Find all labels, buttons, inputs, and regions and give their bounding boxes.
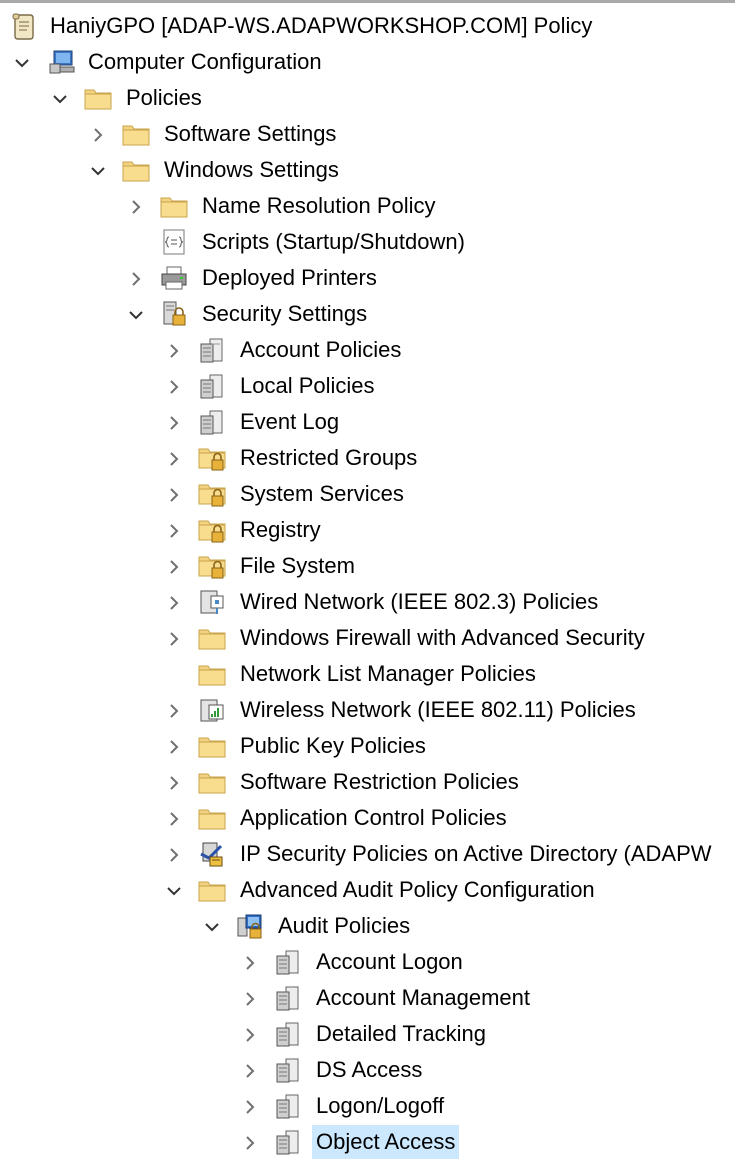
window-top-border (0, 0, 735, 3)
wireless-network-icon (198, 696, 226, 724)
tree-item-computer-configuration[interactable]: Computer Configuration (84, 45, 326, 79)
folder-icon (122, 120, 150, 148)
tree-item-application-control-policies[interactable]: Application Control Policies (236, 801, 511, 835)
tree-item-name-resolution-policy[interactable]: Name Resolution Policy (198, 189, 440, 223)
locked-folder-icon (198, 480, 226, 508)
tree-item-windows-settings[interactable]: Windows Settings (160, 153, 343, 187)
tree-item-security-settings[interactable]: Security Settings (198, 297, 371, 331)
tree-item-system-services[interactable]: System Services (236, 477, 408, 511)
folder-icon (198, 804, 226, 832)
tree-item-windows-firewall[interactable]: Windows Firewall with Advanced Security (236, 621, 649, 655)
policy-server-icon (274, 984, 302, 1012)
security-settings-icon (160, 300, 188, 328)
chevron-down-icon[interactable] (51, 90, 69, 108)
chevron-right-icon[interactable] (165, 738, 183, 756)
chevron-right-icon[interactable] (165, 810, 183, 828)
chevron-right-icon[interactable] (165, 450, 183, 468)
chevron-down-icon[interactable] (89, 162, 107, 180)
chevron-down-icon[interactable] (13, 54, 31, 72)
tree-item-advanced-audit-policy-configuration[interactable]: Advanced Audit Policy Configuration (236, 873, 599, 907)
computer-icon (48, 48, 76, 76)
tree-item-account-policies[interactable]: Account Policies (236, 333, 405, 367)
tree-item-event-log[interactable]: Event Log (236, 405, 343, 439)
chevron-right-icon[interactable] (165, 774, 183, 792)
chevron-down-icon[interactable] (165, 882, 183, 900)
chevron-right-icon[interactable] (165, 342, 183, 360)
audit-policies-icon (236, 912, 264, 940)
tree-item-audit-policies[interactable]: Audit Policies (274, 909, 414, 943)
tree-item-restricted-groups[interactable]: Restricted Groups (236, 441, 421, 475)
policy-server-icon (274, 1092, 302, 1120)
chevron-right-icon[interactable] (127, 198, 145, 216)
chevron-right-icon[interactable] (165, 414, 183, 432)
tree-item-ip-security-policies[interactable]: IP Security Policies on Active Directory… (236, 837, 716, 871)
chevron-right-icon[interactable] (165, 594, 183, 612)
tree-item-logon-logoff[interactable]: Logon/Logoff (312, 1089, 448, 1123)
tree-item-ds-access[interactable]: DS Access (312, 1053, 426, 1087)
tree-item-account-management[interactable]: Account Management (312, 981, 534, 1015)
folder-icon (198, 768, 226, 796)
chevron-right-icon[interactable] (89, 126, 107, 144)
chevron-right-icon[interactable] (241, 1134, 259, 1152)
folder-icon (198, 732, 226, 760)
policy-server-icon (274, 948, 302, 976)
folder-icon (198, 624, 226, 652)
chevron-right-icon[interactable] (165, 702, 183, 720)
chevron-right-icon[interactable] (241, 1062, 259, 1080)
tree-root-label[interactable]: HaniyGPO [ADAP-WS.ADAPWORKSHOP.COM] Poli… (46, 9, 596, 43)
tree-item-registry[interactable]: Registry (236, 513, 325, 547)
policy-server-icon (274, 1056, 302, 1084)
chevron-right-icon[interactable] (241, 1026, 259, 1044)
folder-icon (122, 156, 150, 184)
chevron-right-icon[interactable] (165, 522, 183, 540)
tree-item-detailed-tracking[interactable]: Detailed Tracking (312, 1017, 490, 1051)
policy-server-icon (198, 408, 226, 436)
scroll-document-icon (10, 12, 38, 40)
chevron-down-icon[interactable] (127, 306, 145, 324)
policy-server-icon (198, 336, 226, 364)
tree-item-network-list-manager[interactable]: Network List Manager Policies (236, 657, 540, 691)
chevron-right-icon[interactable] (241, 954, 259, 972)
tree-item-software-settings[interactable]: Software Settings (160, 117, 340, 151)
folder-icon (198, 660, 226, 688)
tree-item-local-policies[interactable]: Local Policies (236, 369, 379, 403)
tree-item-software-restriction-policies[interactable]: Software Restriction Policies (236, 765, 523, 799)
chevron-right-icon[interactable] (165, 558, 183, 576)
chevron-right-icon[interactable] (165, 630, 183, 648)
tree-item-public-key-policies[interactable]: Public Key Policies (236, 729, 430, 763)
tree-item-scripts[interactable]: Scripts (Startup/Shutdown) (198, 225, 469, 259)
printer-icon (160, 264, 188, 292)
wired-network-icon (198, 588, 226, 616)
locked-folder-icon (198, 552, 226, 580)
tree-item-deployed-printers[interactable]: Deployed Printers (198, 261, 381, 295)
folder-icon (84, 84, 112, 112)
policy-server-icon (274, 1128, 302, 1156)
tree-item-wired-network[interactable]: Wired Network (IEEE 802.3) Policies (236, 585, 602, 619)
folder-icon (198, 876, 226, 904)
chevron-right-icon[interactable] (241, 1098, 259, 1116)
script-icon (160, 228, 188, 256)
chevron-down-icon[interactable] (203, 918, 221, 936)
tree-item-file-system[interactable]: File System (236, 549, 359, 583)
tree-item-wireless-network[interactable]: Wireless Network (IEEE 802.11) Policies (236, 693, 640, 727)
tree-item-account-logon[interactable]: Account Logon (312, 945, 467, 979)
policy-server-icon (274, 1020, 302, 1048)
chevron-right-icon[interactable] (241, 990, 259, 1008)
ip-security-icon (198, 840, 226, 868)
chevron-right-icon[interactable] (165, 378, 183, 396)
policy-server-icon (198, 372, 226, 400)
chevron-right-icon[interactable] (127, 270, 145, 288)
locked-folder-icon (198, 444, 226, 472)
locked-folder-icon (198, 516, 226, 544)
folder-icon (160, 192, 188, 220)
chevron-right-icon[interactable] (165, 846, 183, 864)
tree-item-policies[interactable]: Policies (122, 81, 206, 115)
tree-item-object-access[interactable]: Object Access (312, 1125, 460, 1159)
chevron-right-icon[interactable] (165, 486, 183, 504)
